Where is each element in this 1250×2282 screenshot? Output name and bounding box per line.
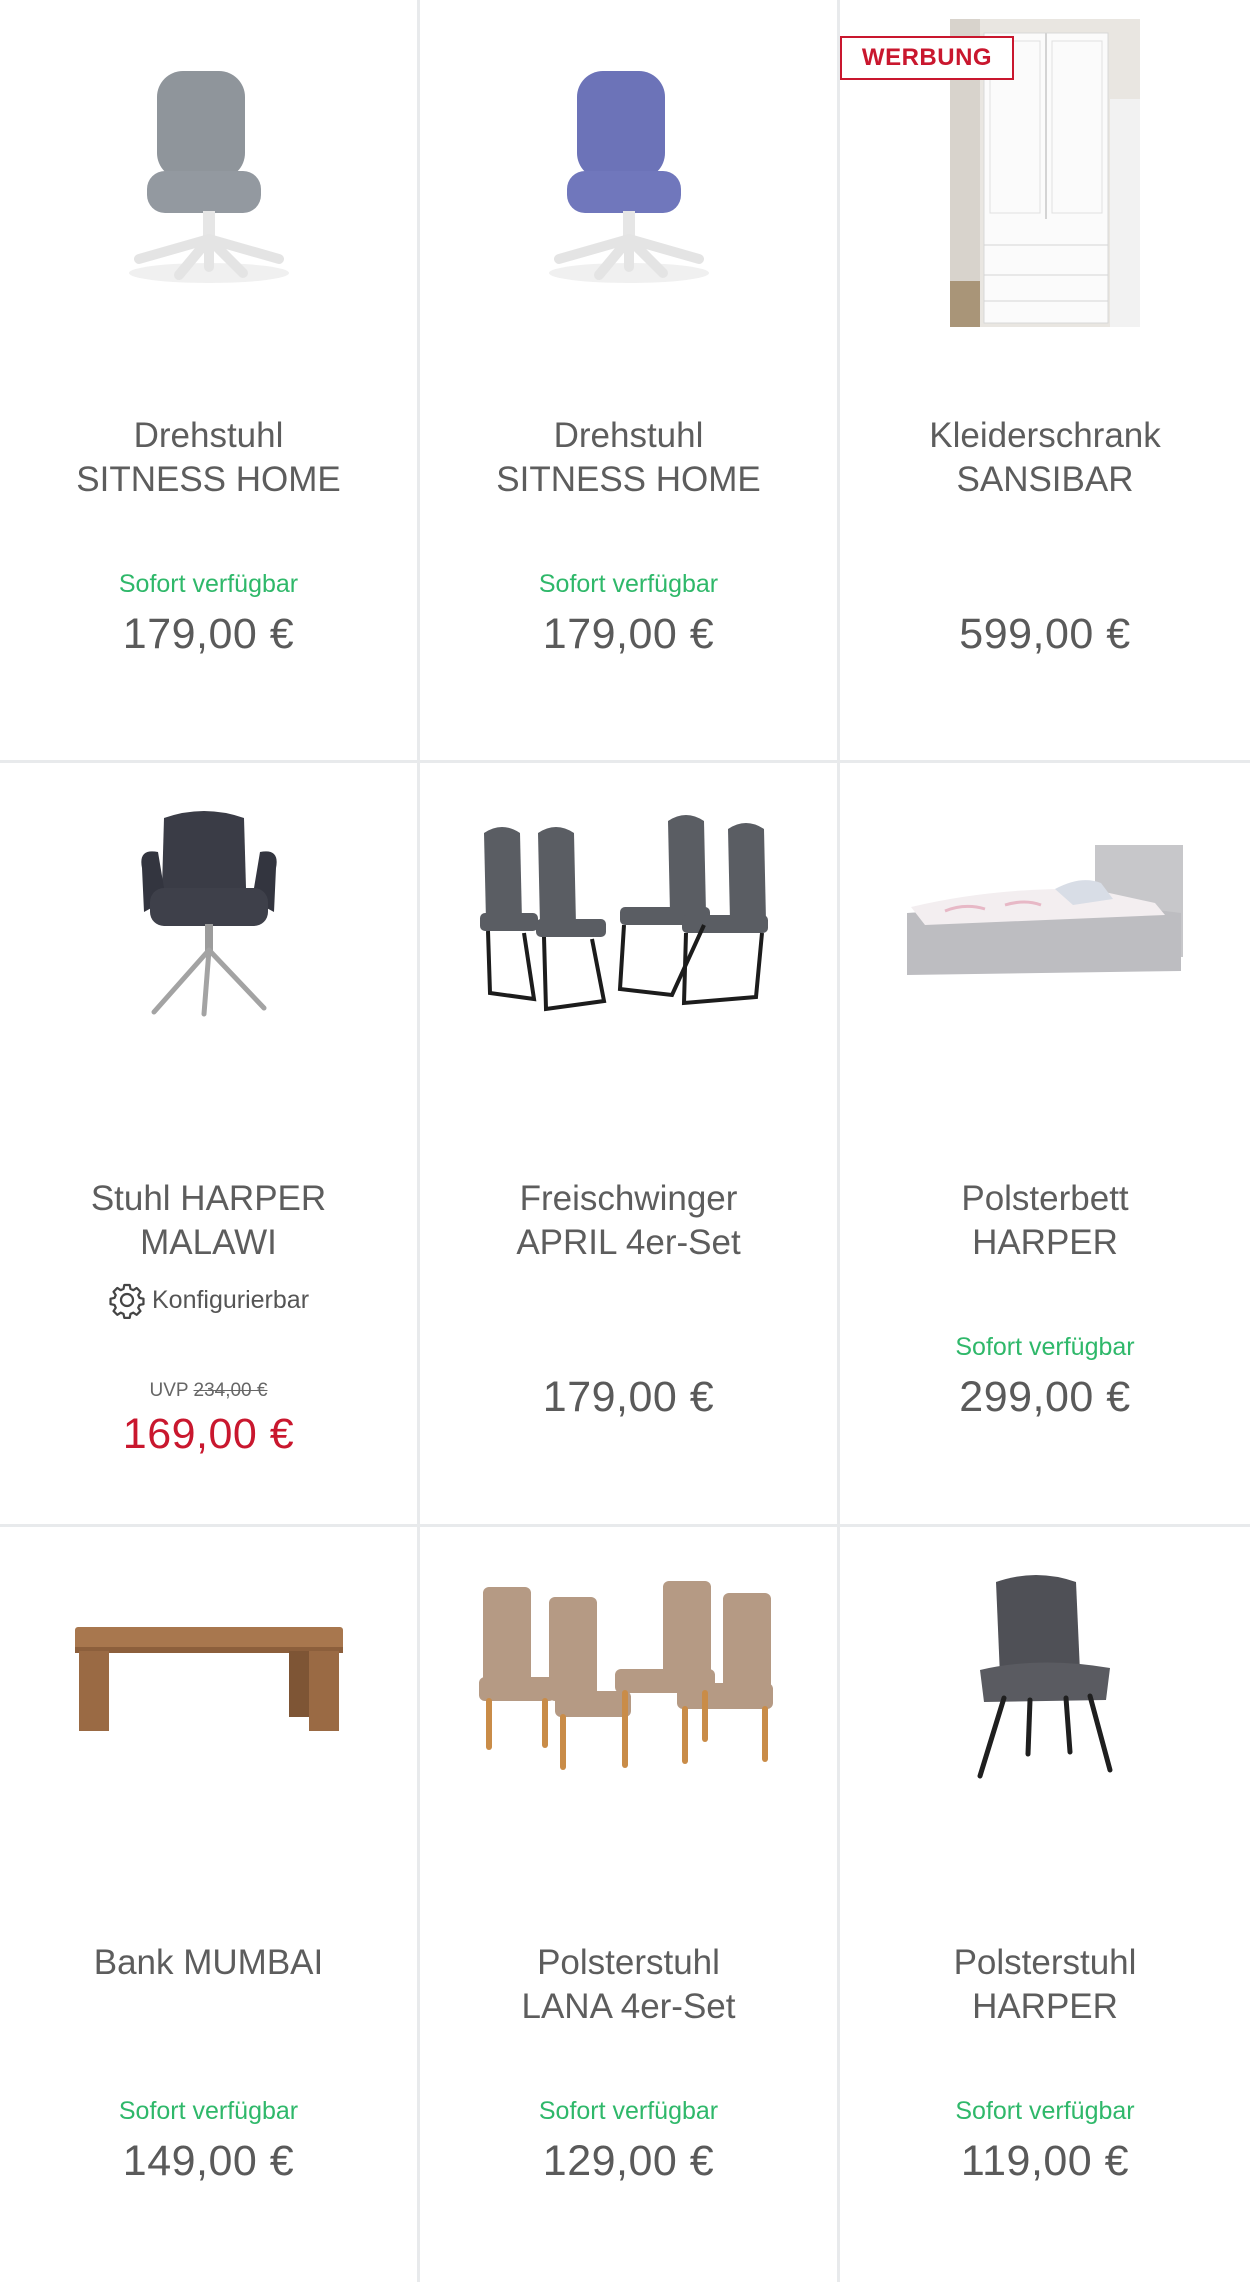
- product-image[interactable]: [0, 803, 417, 1023]
- product-price: 119,00 €: [960, 2137, 1130, 2185]
- product-title[interactable]: Stuhl HARPER MALAWI: [0, 1177, 417, 1265]
- configurable-label[interactable]: Konfigurierbar: [0, 1281, 417, 1319]
- product-title[interactable]: Bank MUMBAI: [0, 1941, 417, 1985]
- product-image[interactable]: [0, 16, 417, 336]
- product-image[interactable]: [420, 1567, 837, 1787]
- product-card[interactable]: Polsterbett HARPER Sofort verfügbar 299,…: [840, 763, 1250, 1524]
- product-price: 599,00 €: [959, 610, 1131, 658]
- product-title[interactable]: Polsterstuhl HARPER: [840, 1941, 1250, 2029]
- product-card[interactable]: Drehstuhl SITNESS HOME Sofort verfügbar …: [0, 0, 417, 760]
- product-card[interactable]: Bank MUMBAI Sofort verfügbar 149,00 €: [0, 1527, 417, 2282]
- product-card[interactable]: Stuhl HARPER MALAWI Konfigurierbar UVP 2…: [0, 763, 417, 1524]
- product-title[interactable]: Drehstuhl SITNESS HOME: [420, 414, 837, 502]
- product-title[interactable]: Freischwinger APRIL 4er-Set: [420, 1177, 837, 1265]
- product-image[interactable]: [0, 1567, 417, 1787]
- product-title[interactable]: Kleiderschrank SANSIBAR: [840, 414, 1250, 502]
- product-image[interactable]: [840, 803, 1250, 1023]
- product-grid: Drehstuhl SITNESS HOME Sofort verfügbar …: [0, 0, 1250, 2282]
- office-chair-icon: [128, 71, 289, 283]
- product-card[interactable]: Polsterstuhl LANA 4er-Set Sofort verfügb…: [420, 1527, 837, 2282]
- configurable-text: Konfigurierbar: [151, 1285, 310, 1314]
- armchair-icon: [140, 811, 277, 1017]
- uvp-old-price: 234,00 €: [193, 1380, 268, 1401]
- product-title[interactable]: Polsterstuhl LANA 4er-Set: [420, 1941, 837, 2029]
- product-price: 149,00 €: [122, 2137, 295, 2185]
- uvp-price: UVP 234,00 €: [0, 1380, 417, 1402]
- product-card[interactable]: Polsterstuhl HARPER Sofort verfügbar 119…: [840, 1527, 1250, 2282]
- uvp-label: UVP: [149, 1380, 189, 1401]
- availability-label: Sofort verfügbar: [118, 2097, 299, 2125]
- product-price: 179,00 €: [542, 610, 715, 658]
- availability-label: Sofort verfügbar: [955, 1333, 1135, 1361]
- grey-chair-icon: [977, 1575, 1113, 1779]
- product-title[interactable]: Drehstuhl SITNESS HOME: [0, 414, 417, 502]
- product-price: 179,00 €: [542, 1373, 715, 1421]
- product-card[interactable]: Kleiderschrank SANSIBAR 599,00 €: [840, 0, 1250, 760]
- wooden-bench-icon: [74, 1627, 343, 1731]
- product-title[interactable]: Polsterbett HARPER: [840, 1177, 1250, 1265]
- beige-chairs-icon: [478, 1581, 773, 1770]
- availability-label: Sofort verfügbar: [955, 2097, 1135, 2125]
- availability-label: Sofort verfügbar: [538, 570, 719, 598]
- advertising-badge: WERBUNG: [840, 36, 1014, 80]
- product-price: 299,00 €: [959, 1373, 1131, 1421]
- availability-label: Sofort verfügbar: [118, 570, 299, 598]
- sale-price: 169,00 €: [122, 1410, 295, 1458]
- product-card[interactable]: Drehstuhl SITNESS HOME Sofort verfügbar …: [420, 0, 837, 760]
- availability-label: Sofort verfügbar: [538, 2097, 719, 2125]
- cantilever-chairs-icon: [479, 815, 768, 1012]
- product-price: 129,00 €: [542, 2137, 715, 2185]
- product-card[interactable]: Freischwinger APRIL 4er-Set 179,00 €: [420, 763, 837, 1524]
- office-chair-icon: [548, 71, 709, 283]
- gear-icon: [109, 1283, 145, 1319]
- product-image[interactable]: [840, 1567, 1250, 1787]
- upholstered-bed-icon: [907, 845, 1183, 975]
- product-image[interactable]: [420, 16, 837, 336]
- product-price: 179,00 €: [122, 610, 295, 658]
- product-image[interactable]: [420, 803, 837, 1023]
